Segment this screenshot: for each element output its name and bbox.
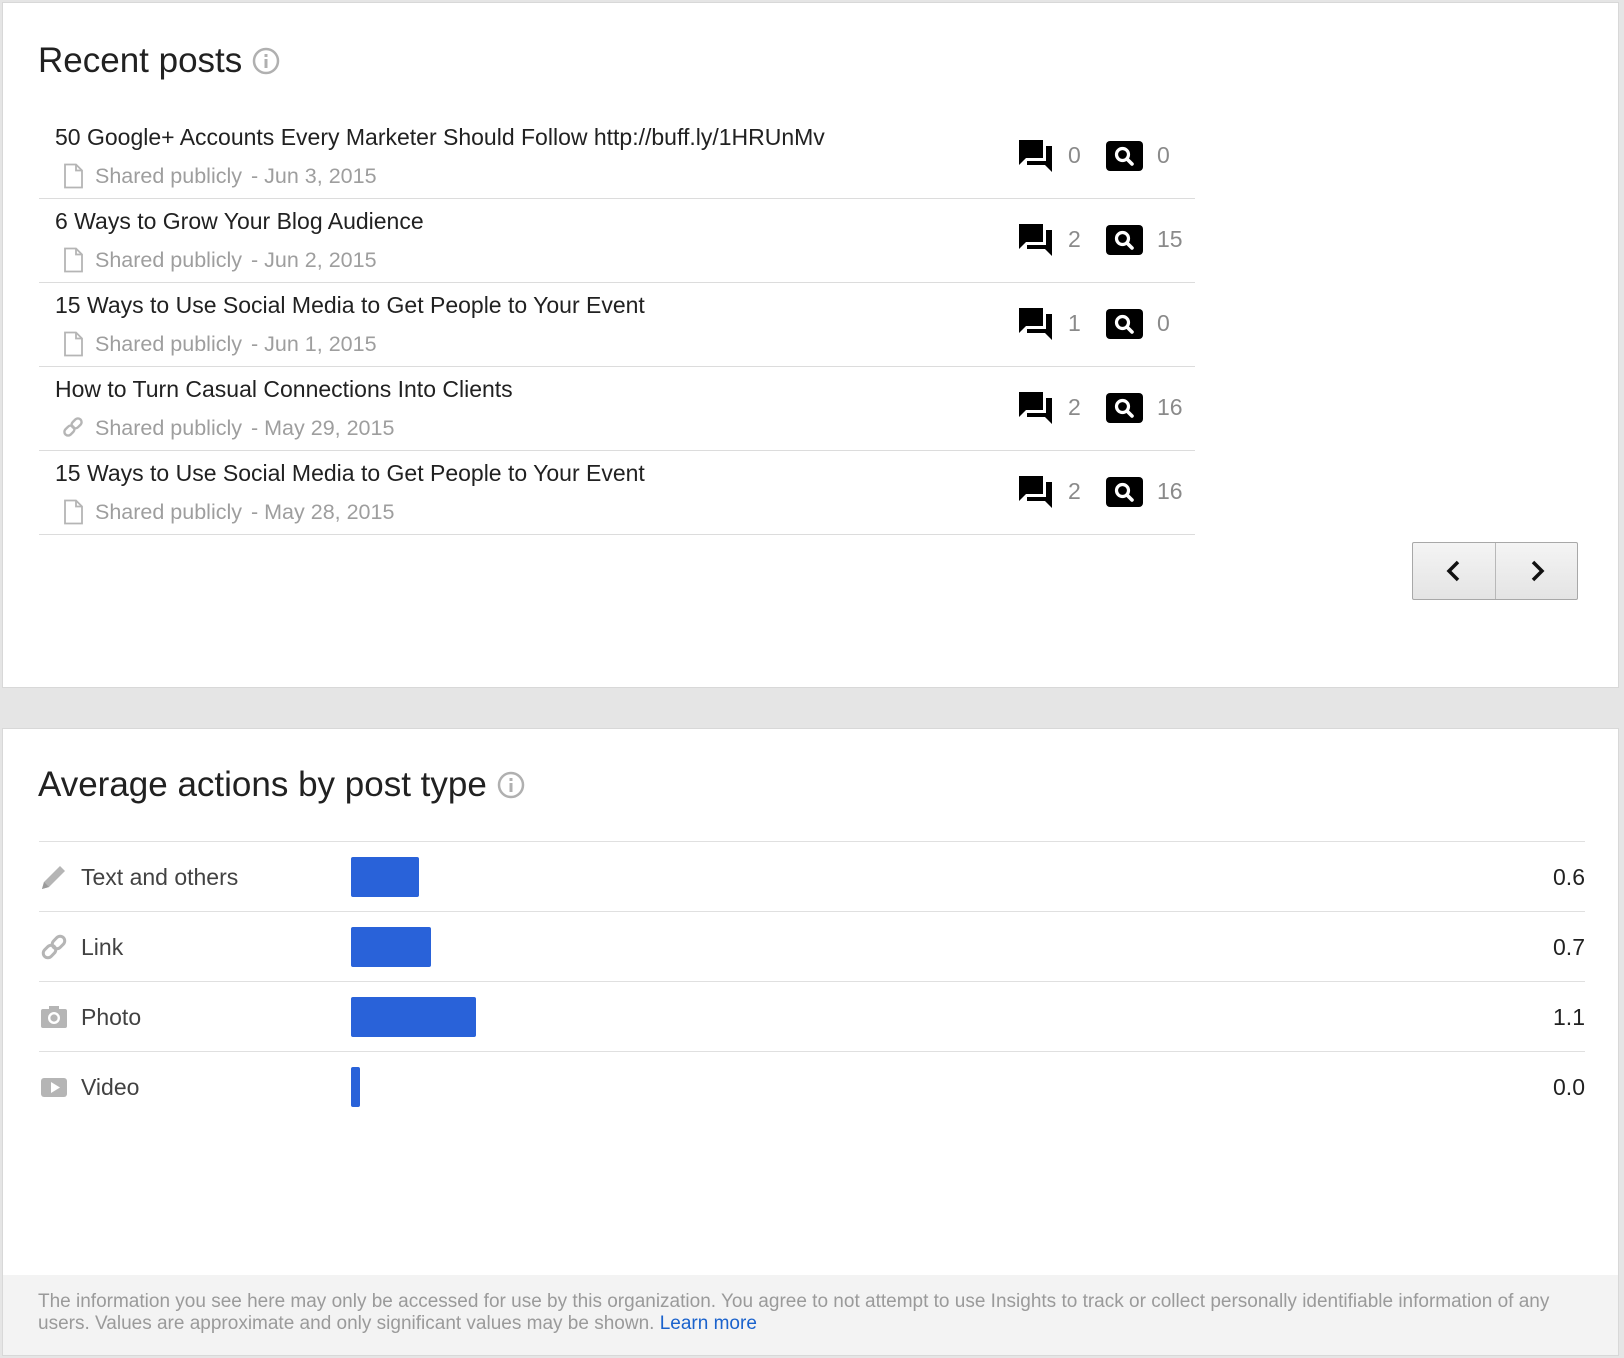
learn-more-link[interactable]: Learn more [660,1313,757,1334]
comments-count: 2 [1068,394,1081,420]
document-icon [61,163,85,189]
post-meta: Shared publicly - Jun 1, 2015 [61,331,377,357]
document-icon [61,247,85,273]
recent-posts-heading: Recent posts [38,41,280,81]
post-stats: 00 [1017,137,1193,174]
post-visibility: Shared publicly [95,331,243,356]
info-icon[interactable] [252,47,280,75]
post-stats: 2 16 [1017,473,1193,510]
zoom-view-icon [1106,224,1143,255]
zoom-view-icon [1106,308,1143,339]
zoom-view-icon [1106,476,1143,507]
post-meta: Shared publicly - Jun 2, 2015 [61,247,377,273]
comments-count: 1 [1068,310,1081,336]
post-type-value: 0.0 [1553,1074,1585,1100]
zoom-view-icon [1106,392,1143,423]
bar-track [351,927,1451,967]
recent-posts-card: Recent posts 50 Google+ Accounts Every M… [2,2,1619,688]
views-count: 0 [1157,142,1170,168]
comments-count: 2 [1068,226,1081,252]
post-date: - Jun 3, 2015 [251,163,377,188]
post-row[interactable]: How to Turn Casual Connections Into Clie… [39,367,1195,451]
bar-link [351,927,431,967]
average-actions-heading: Average actions by post type [38,765,525,805]
chevron-right-icon [1531,560,1544,582]
bar-text-and-others [351,857,420,897]
bar-track [351,857,1451,897]
post-meta: Shared publicly - Jun 3, 2015 [61,163,377,189]
disclaimer-footer: The information you see here may only be… [3,1275,1618,1355]
post-stats: 10 [1017,305,1193,342]
comments-icon [1019,140,1052,172]
post-type-row: Video 0.0 [39,1052,1585,1122]
post-visibility: Shared publicly [95,415,243,440]
post-visibility: Shared publicly [95,499,243,524]
post-visibility: Shared publicly [95,247,243,272]
average-actions-card: Average actions by post type Text and ot… [2,728,1619,1356]
post-date: - May 29, 2015 [251,415,395,440]
pagination [1412,542,1578,600]
post-row[interactable]: 15 Ways to Use Social Media to Get Peopl… [39,283,1195,367]
views-count: 16 [1157,394,1183,420]
post-date: - Jun 2, 2015 [251,247,377,272]
post-date: - May 28, 2015 [251,499,395,524]
pencil-icon [39,862,69,892]
bar-track [351,1067,1451,1107]
post-meta: Shared publicly - May 28, 2015 [61,499,394,525]
post-type-row: Text and others 0.6 [39,842,1585,912]
comments-icon [1019,476,1052,508]
average-actions-title: Average actions by post type [38,765,487,804]
recent-posts-list: 50 Google+ Accounts Every Marketer Shoul… [39,115,1195,535]
previous-page-button[interactable] [1413,543,1495,599]
post-type-value: 1.1 [1553,1004,1585,1030]
post-type-label: Photo [81,1004,142,1030]
next-page-button[interactable] [1495,543,1577,599]
views-count: 16 [1157,478,1183,504]
post-title[interactable]: How to Turn Casual Connections Into Clie… [55,376,513,403]
bar-photo [351,997,476,1037]
comments-count: 2 [1068,478,1081,504]
video-icon [39,1072,69,1102]
post-type-label: Link [81,934,124,960]
post-title[interactable]: 6 Ways to Grow Your Blog Audience [55,208,424,235]
comments-icon [1019,308,1052,340]
post-title[interactable]: 15 Ways to Use Social Media to Get Peopl… [55,460,645,487]
views-count: 0 [1157,310,1170,336]
disclaimer-text: The information you see here may only be… [38,1291,1550,1334]
zoom-view-icon [1106,140,1143,171]
post-row[interactable]: 50 Google+ Accounts Every Marketer Shoul… [39,115,1195,199]
post-type-row: Photo 1.1 [39,982,1585,1052]
link-icon [39,932,69,962]
post-row[interactable]: 6 Ways to Grow Your Blog Audience Shared … [39,199,1195,283]
comments-count: 0 [1068,142,1081,168]
camera-icon [39,1002,69,1032]
link-icon [61,415,85,441]
views-count: 15 [1157,226,1183,252]
info-icon[interactable] [497,771,525,799]
post-stats: 2 16 [1017,389,1193,426]
average-actions-chart: Text and others 0.6 Link 0.7 Photo 1.1 Video 0.… [39,841,1585,1122]
chevron-left-icon [1446,560,1460,582]
post-type-label: Video [81,1074,140,1100]
document-icon [61,499,85,525]
post-row[interactable]: 15 Ways to Use Social Media to Get Peopl… [39,451,1195,535]
bar-track [351,997,1451,1037]
comments-icon [1019,392,1052,424]
post-date: - Jun 1, 2015 [251,331,377,356]
post-title[interactable]: 50 Google+ Accounts Every Marketer Shoul… [55,124,825,151]
bar-video [351,1067,360,1107]
post-visibility: Shared publicly [95,163,243,188]
post-type-value: 0.7 [1553,934,1585,960]
comments-icon [1019,224,1052,256]
post-type-row: Link 0.7 [39,912,1585,982]
post-type-label: Text and others [81,864,239,890]
document-icon [61,331,85,357]
post-meta: Shared publicly - May 29, 2015 [61,415,394,441]
post-title[interactable]: 15 Ways to Use Social Media to Get Peopl… [55,292,645,319]
post-stats: 2 15 [1017,221,1193,258]
post-type-value: 0.6 [1553,864,1585,890]
recent-posts-title: Recent posts [38,41,243,80]
